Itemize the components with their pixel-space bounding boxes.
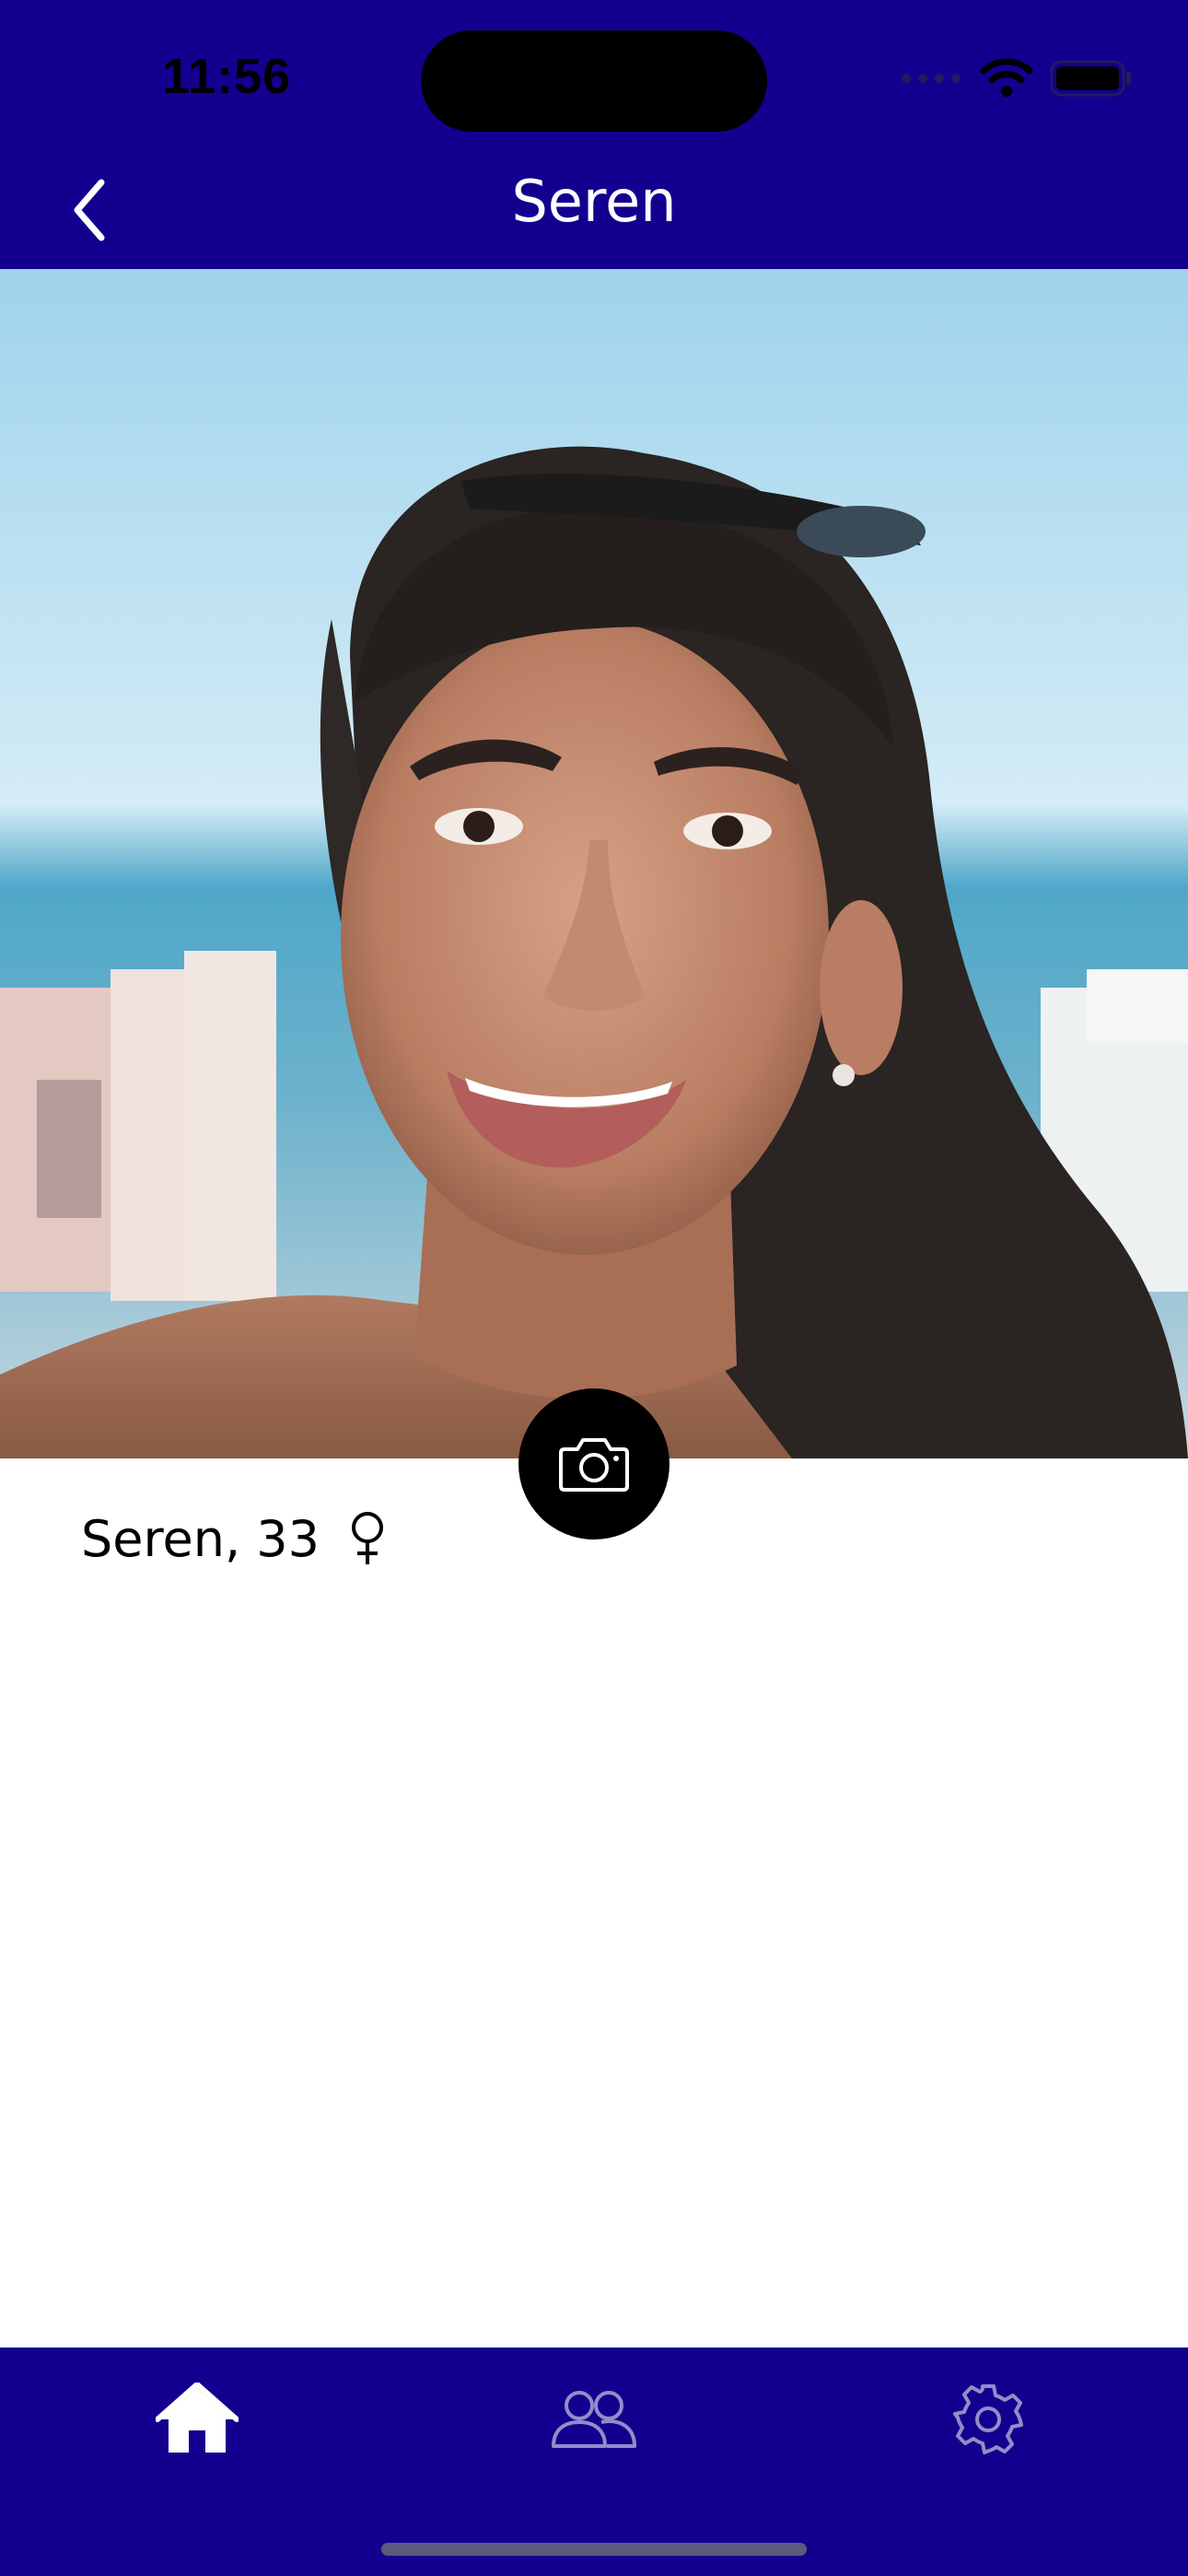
status-time: 11:56	[162, 49, 292, 104]
battery-icon	[1050, 59, 1133, 102]
home-icon	[156, 2383, 239, 2453]
tab-people[interactable]	[520, 2364, 668, 2475]
bottom-tab-bar	[0, 2348, 1188, 2576]
profile-name-age: Seren, 33	[81, 1509, 320, 1568]
cellular-signal-icon	[899, 69, 963, 92]
dynamic-island	[421, 30, 767, 132]
top-header: 11:56 Seren	[0, 0, 1188, 269]
female-symbol-icon	[347, 1509, 388, 1568]
people-icon	[552, 2391, 636, 2448]
wifi-icon	[980, 57, 1033, 103]
profile-screen: 11:56 Seren Seren, 33	[0, 0, 1188, 2576]
gear-icon	[953, 2384, 1023, 2454]
navigation-bar: Seren	[0, 157, 1188, 258]
change-photo-button[interactable]	[518, 1388, 670, 1540]
tab-home[interactable]	[123, 2364, 271, 2475]
tab-settings[interactable]	[914, 2364, 1062, 2475]
home-indicator	[381, 2543, 807, 2556]
profile-info: Seren, 33	[81, 1502, 388, 1575]
status-indicators	[899, 57, 1133, 103]
profile-photo	[0, 269, 1188, 1458]
camera-icon	[559, 1438, 629, 1492]
page-title: Seren	[511, 168, 677, 235]
